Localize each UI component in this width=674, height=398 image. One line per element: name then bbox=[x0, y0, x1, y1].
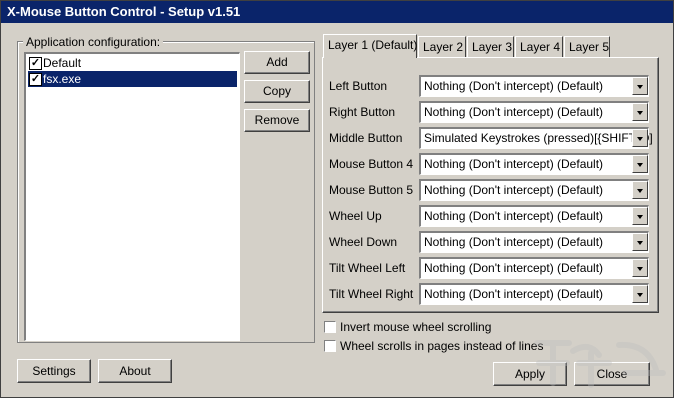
chevron-down-icon[interactable] bbox=[632, 181, 648, 199]
right-button-select[interactable]: Nothing (Don't intercept) (Default) bbox=[419, 101, 649, 123]
select-value: Nothing (Don't intercept) (Default) bbox=[424, 209, 604, 223]
window-title: X-Mouse Button Control - Setup v1.51 bbox=[7, 4, 241, 19]
label-wheel-down: Wheel Down bbox=[329, 235, 398, 249]
app-list[interactable]: ✓ Default ✓ fsx.exe bbox=[24, 52, 240, 341]
remove-button[interactable]: Remove bbox=[244, 109, 310, 132]
app-config-label: Application configuration: bbox=[23, 35, 164, 49]
wheel-down-select[interactable]: Nothing (Don't intercept) (Default) bbox=[419, 231, 649, 253]
invert-wheel-checkbox[interactable] bbox=[324, 321, 336, 333]
middle-button-select[interactable]: Simulated Keystrokes (pressed)[{SHIFT}O] bbox=[419, 127, 653, 149]
label-tilt-wheel-left: Tilt Wheel Left bbox=[329, 261, 406, 275]
list-item-fsx[interactable]: ✓ fsx.exe bbox=[28, 71, 237, 87]
select-value: Nothing (Don't intercept) (Default) bbox=[424, 157, 604, 171]
select-value: Nothing (Don't intercept) (Default) bbox=[424, 235, 604, 249]
tab-layer-5[interactable]: Layer 5 bbox=[564, 36, 610, 57]
tab-layer-1[interactable]: Layer 1 (Default) bbox=[323, 34, 417, 58]
chevron-down-icon[interactable] bbox=[632, 77, 648, 95]
checkbox-default[interactable]: ✓ bbox=[29, 57, 42, 70]
chevron-down-icon[interactable] bbox=[632, 155, 648, 173]
select-value: Nothing (Don't intercept) (Default) bbox=[424, 79, 604, 93]
tilt-wheel-right-select[interactable]: Nothing (Don't intercept) (Default) bbox=[419, 283, 649, 305]
list-item-default[interactable]: ✓ Default bbox=[28, 55, 237, 71]
mouse-button-4-select[interactable]: Nothing (Don't intercept) (Default) bbox=[419, 153, 649, 175]
copy-button[interactable]: Copy bbox=[244, 80, 310, 103]
main-window: X-Mouse Button Control - Setup v1.51 App… bbox=[0, 0, 674, 398]
title-bar[interactable]: X-Mouse Button Control - Setup v1.51 bbox=[1, 1, 673, 23]
about-button[interactable]: About bbox=[98, 359, 172, 383]
tab-layer-3[interactable]: Layer 3 bbox=[467, 36, 514, 57]
tab-layer-2[interactable]: Layer 2 bbox=[418, 36, 466, 57]
select-value: Nothing (Don't intercept) (Default) bbox=[424, 287, 604, 301]
label-left-button: Left Button bbox=[329, 79, 388, 93]
label-mouse-button-4: Mouse Button 4 bbox=[329, 157, 414, 171]
left-button-select[interactable]: Nothing (Don't intercept) (Default) bbox=[419, 75, 649, 97]
label-middle-button: Middle Button bbox=[329, 131, 403, 145]
chevron-down-icon[interactable] bbox=[632, 233, 648, 251]
watermark-logo bbox=[534, 340, 666, 388]
chevron-down-icon[interactable] bbox=[632, 285, 648, 303]
list-item-label: Default bbox=[43, 56, 82, 70]
label-tilt-wheel-right: Tilt Wheel Right bbox=[329, 287, 414, 301]
add-button[interactable]: Add bbox=[244, 51, 310, 74]
list-item-label: fsx.exe bbox=[43, 72, 82, 86]
label-mouse-button-5: Mouse Button 5 bbox=[329, 183, 414, 197]
wheel-pages-checkbox[interactable] bbox=[324, 340, 336, 352]
select-value: Nothing (Don't intercept) (Default) bbox=[424, 183, 604, 197]
tilt-wheel-left-select[interactable]: Nothing (Don't intercept) (Default) bbox=[419, 257, 649, 279]
chevron-down-icon[interactable] bbox=[632, 207, 648, 225]
tab-layer-4[interactable]: Layer 4 bbox=[515, 36, 563, 57]
chevron-down-icon[interactable] bbox=[632, 129, 648, 147]
select-value: Nothing (Don't intercept) (Default) bbox=[424, 261, 604, 275]
settings-button[interactable]: Settings bbox=[17, 359, 91, 383]
label-right-button: Right Button bbox=[329, 105, 396, 119]
invert-wheel-label: Invert mouse wheel scrolling bbox=[340, 320, 492, 334]
mouse-button-5-select[interactable]: Nothing (Don't intercept) (Default) bbox=[419, 179, 649, 201]
chevron-down-icon[interactable] bbox=[632, 259, 648, 277]
wheel-pages-label: Wheel scrolls in pages instead of lines bbox=[340, 339, 544, 353]
checkbox-fsx[interactable]: ✓ bbox=[29, 73, 42, 86]
chevron-down-icon[interactable] bbox=[632, 103, 648, 121]
select-value: Nothing (Don't intercept) (Default) bbox=[424, 105, 604, 119]
wheel-up-select[interactable]: Nothing (Don't intercept) (Default) bbox=[419, 205, 649, 227]
label-wheel-up: Wheel Up bbox=[329, 209, 382, 223]
select-value: Simulated Keystrokes (pressed)[{SHIFT}O] bbox=[424, 131, 653, 145]
